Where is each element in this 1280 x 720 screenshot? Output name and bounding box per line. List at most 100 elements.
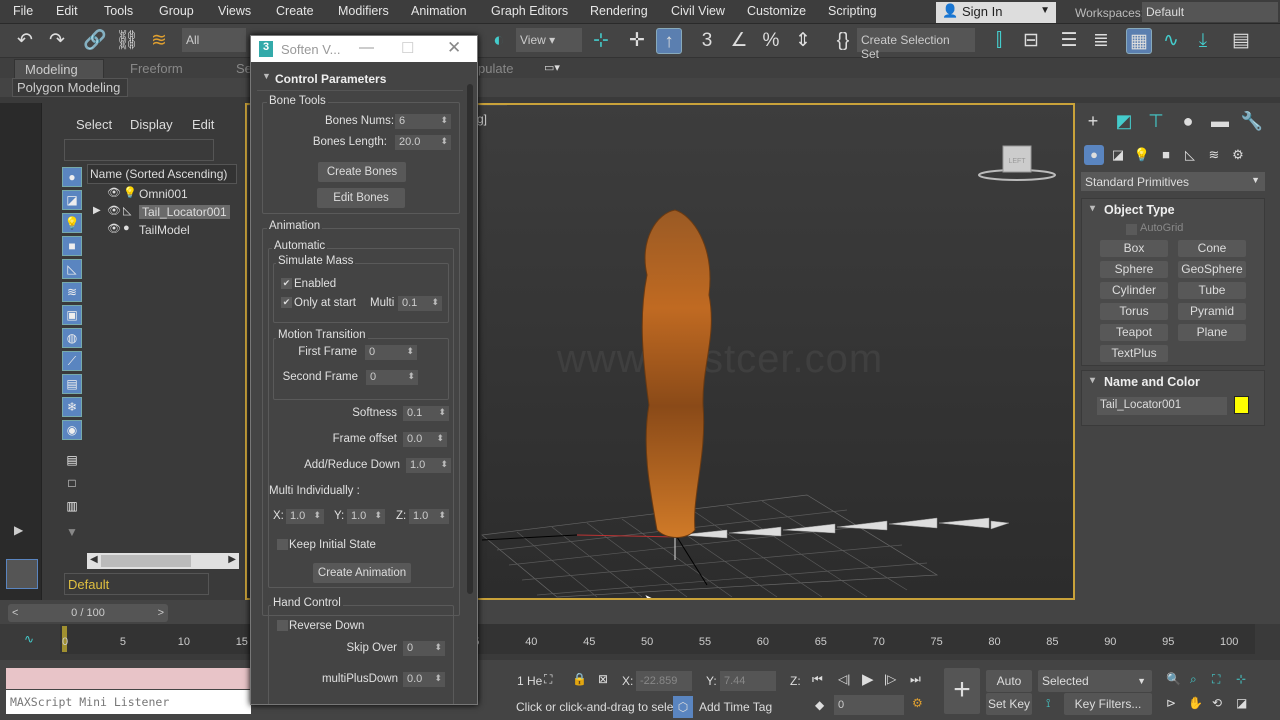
- mirror-icon[interactable]: ⫿: [986, 28, 1012, 54]
- display-all-icon[interactable]: ▤: [62, 451, 82, 471]
- collapse-icon[interactable]: ▼: [262, 71, 271, 81]
- maxscript-listener-input[interactable]: MAXScript Mini Listener: [6, 690, 251, 714]
- create-tab-icon[interactable]: +: [1078, 111, 1108, 137]
- filter-shapes-icon[interactable]: ◪: [62, 190, 82, 210]
- visibility-eye-icon[interactable]: 👁: [107, 222, 121, 235]
- play-icon[interactable]: ▶: [862, 670, 874, 688]
- menu-graph-editors[interactable]: Graph Editors: [491, 4, 568, 18]
- shapes-icon[interactable]: ◪: [1108, 145, 1128, 165]
- enabled-checkbox[interactable]: ✔: [281, 278, 292, 289]
- textplus-button[interactable]: TextPlus: [1100, 345, 1168, 362]
- horizontal-scrollbar[interactable]: ◀ ▶: [87, 553, 239, 569]
- filter-geometry-icon[interactable]: ●: [62, 167, 82, 187]
- list-item[interactable]: 👁 ● TailModel: [87, 222, 237, 240]
- angle-snap-icon[interactable]: ∠: [726, 28, 752, 54]
- filter-bones-icon[interactable]: ⟋: [62, 351, 82, 371]
- snaps-toggle-icon[interactable]: 3: [694, 28, 720, 54]
- curve-editor-mini-icon[interactable]: ∿: [24, 632, 34, 646]
- autogrid-checkbox[interactable]: [1126, 224, 1137, 235]
- set-key-mode-big-button[interactable]: +: [944, 668, 980, 714]
- scrollbar-thumb[interactable]: [101, 555, 191, 567]
- polygon-modeling-panel[interactable]: Polygon Modeling: [12, 78, 128, 97]
- edit-bones-button[interactable]: Edit Bones: [317, 188, 405, 208]
- utilities-tab-icon[interactable]: 🔧: [1237, 111, 1267, 137]
- menu-edit[interactable]: Edit: [56, 4, 78, 18]
- motion-tab-icon[interactable]: ●: [1173, 111, 1203, 137]
- visibility-eye-icon[interactable]: 👁: [107, 186, 121, 199]
- menu-modifiers[interactable]: Modifiers: [338, 4, 389, 18]
- tab-modeling[interactable]: Modeling: [14, 59, 104, 78]
- add-reduce-down-spinner[interactable]: 1.0: [406, 458, 451, 473]
- geometry-icon[interactable]: ●: [1084, 145, 1104, 165]
- menu-animation[interactable]: Animation: [411, 4, 467, 18]
- zoom-extents-icon[interactable]: ⛶: [1212, 672, 1220, 687]
- teapot-button[interactable]: Teapot: [1100, 324, 1168, 341]
- go-to-end-icon[interactable]: ⏭: [910, 672, 921, 687]
- selection-filter-dropdown[interactable]: All: [182, 28, 246, 52]
- category-dropdown[interactable]: Standard Primitives ▼: [1081, 172, 1265, 191]
- pivot-center-icon[interactable]: ⊹: [588, 28, 614, 54]
- menu-group[interactable]: Group: [159, 4, 194, 18]
- select-manipulate-icon[interactable]: ✛: [624, 28, 650, 54]
- y-coordinate-field[interactable]: 7.44: [720, 671, 776, 691]
- geosphere-button[interactable]: GeoSphere: [1178, 261, 1246, 278]
- space-warps-icon[interactable]: ≋: [1204, 145, 1224, 165]
- filter-groups-icon[interactable]: ▣: [62, 305, 82, 325]
- menu-scripting[interactable]: Scripting: [828, 4, 877, 18]
- sphere-button[interactable]: Sphere: [1100, 261, 1168, 278]
- maximize-viewport-icon[interactable]: ◪: [1236, 696, 1247, 710]
- menu-create[interactable]: Create: [276, 4, 314, 18]
- current-frame-field[interactable]: 0: [834, 695, 904, 715]
- object-color-swatch[interactable]: [1234, 396, 1249, 414]
- zoom-extents-all-icon[interactable]: ⊹: [1236, 672, 1246, 686]
- go-to-start-icon[interactable]: ⏮: [812, 672, 823, 687]
- systems-icon[interactable]: ⚙: [1228, 145, 1248, 165]
- absolute-mode-icon[interactable]: ⊠: [598, 672, 608, 686]
- edit-named-selection-icon[interactable]: {}: [830, 28, 856, 54]
- tube-button[interactable]: Tube: [1178, 282, 1246, 299]
- menu-file[interactable]: File: [13, 4, 33, 18]
- scene-explorer-toggle-icon[interactable]: ☰: [1056, 28, 1082, 54]
- key-mode-dropdown[interactable]: Selected ▼: [1038, 670, 1152, 692]
- create-animation-button[interactable]: Create Animation: [313, 563, 411, 583]
- keyboard-shortcut-override-icon[interactable]: ↑: [656, 28, 682, 54]
- pyramid-button[interactable]: Pyramid: [1178, 303, 1246, 320]
- rollout-title[interactable]: Name and Color: [1082, 371, 1264, 389]
- curve-editor-icon[interactable]: ∿: [1158, 28, 1184, 54]
- rollout-title[interactable]: Object Type: [1082, 199, 1264, 217]
- dialog-scrollbar[interactable]: [467, 84, 473, 594]
- explorer-menu-display[interactable]: Display: [130, 117, 173, 132]
- trackbar[interactable]: ∿ 05101520253035404550556065707580859095…: [0, 624, 1280, 660]
- filter-hidden-icon[interactable]: ◉: [62, 420, 82, 440]
- menu-rendering[interactable]: Rendering: [590, 4, 648, 18]
- object-name-input[interactable]: Tail_Locator001: [1097, 397, 1227, 415]
- named-selection-set-dropdown[interactable]: Create Selection Set: [857, 28, 975, 61]
- menu-views[interactable]: Views: [218, 4, 251, 18]
- link-icon[interactable]: 🔗: [82, 28, 108, 54]
- layer-dropdown[interactable]: Default: [64, 573, 209, 595]
- schematic-view-icon[interactable]: ⤓: [1190, 28, 1216, 54]
- viewcube-face-label[interactable]: LEFT: [1008, 158, 1026, 165]
- isolate-selection-icon[interactable]: ⛶: [544, 672, 552, 687]
- close-icon[interactable]: ✕: [447, 38, 461, 58]
- display-none-icon[interactable]: □: [62, 474, 82, 494]
- unlink-icon[interactable]: ⛓: [114, 28, 140, 54]
- undo-icon[interactable]: ↶: [12, 28, 38, 54]
- filter-lights-icon[interactable]: 💡: [62, 213, 82, 233]
- reference-coord-dropdown[interactable]: View ▾: [516, 28, 582, 52]
- bind-space-warp-icon[interactable]: ≋: [146, 28, 172, 54]
- torus-button[interactable]: Torus: [1100, 303, 1168, 320]
- zoom-all-icon[interactable]: ⌕: [1190, 672, 1197, 687]
- pan-view-icon[interactable]: ✋: [1188, 696, 1203, 710]
- default-in-out-tangents-icon[interactable]: ⟟: [1046, 696, 1050, 711]
- layer-explorer-icon[interactable]: ≣: [1088, 28, 1114, 54]
- field-of-view-icon[interactable]: ⊳: [1166, 696, 1176, 710]
- align-icon[interactable]: ⊟: [1018, 28, 1044, 54]
- percent-snap-icon[interactable]: %: [758, 28, 784, 54]
- multi-spinner[interactable]: 0.1: [398, 296, 442, 311]
- key-filters-button[interactable]: Key Filters...: [1064, 693, 1152, 715]
- y-multi-spinner[interactable]: 1.0: [347, 509, 385, 524]
- skip-over-spinner[interactable]: 0: [403, 641, 445, 656]
- filter-xrefs-icon[interactable]: ◍: [62, 328, 82, 348]
- select-and-place-icon[interactable]: ◐: [486, 28, 512, 54]
